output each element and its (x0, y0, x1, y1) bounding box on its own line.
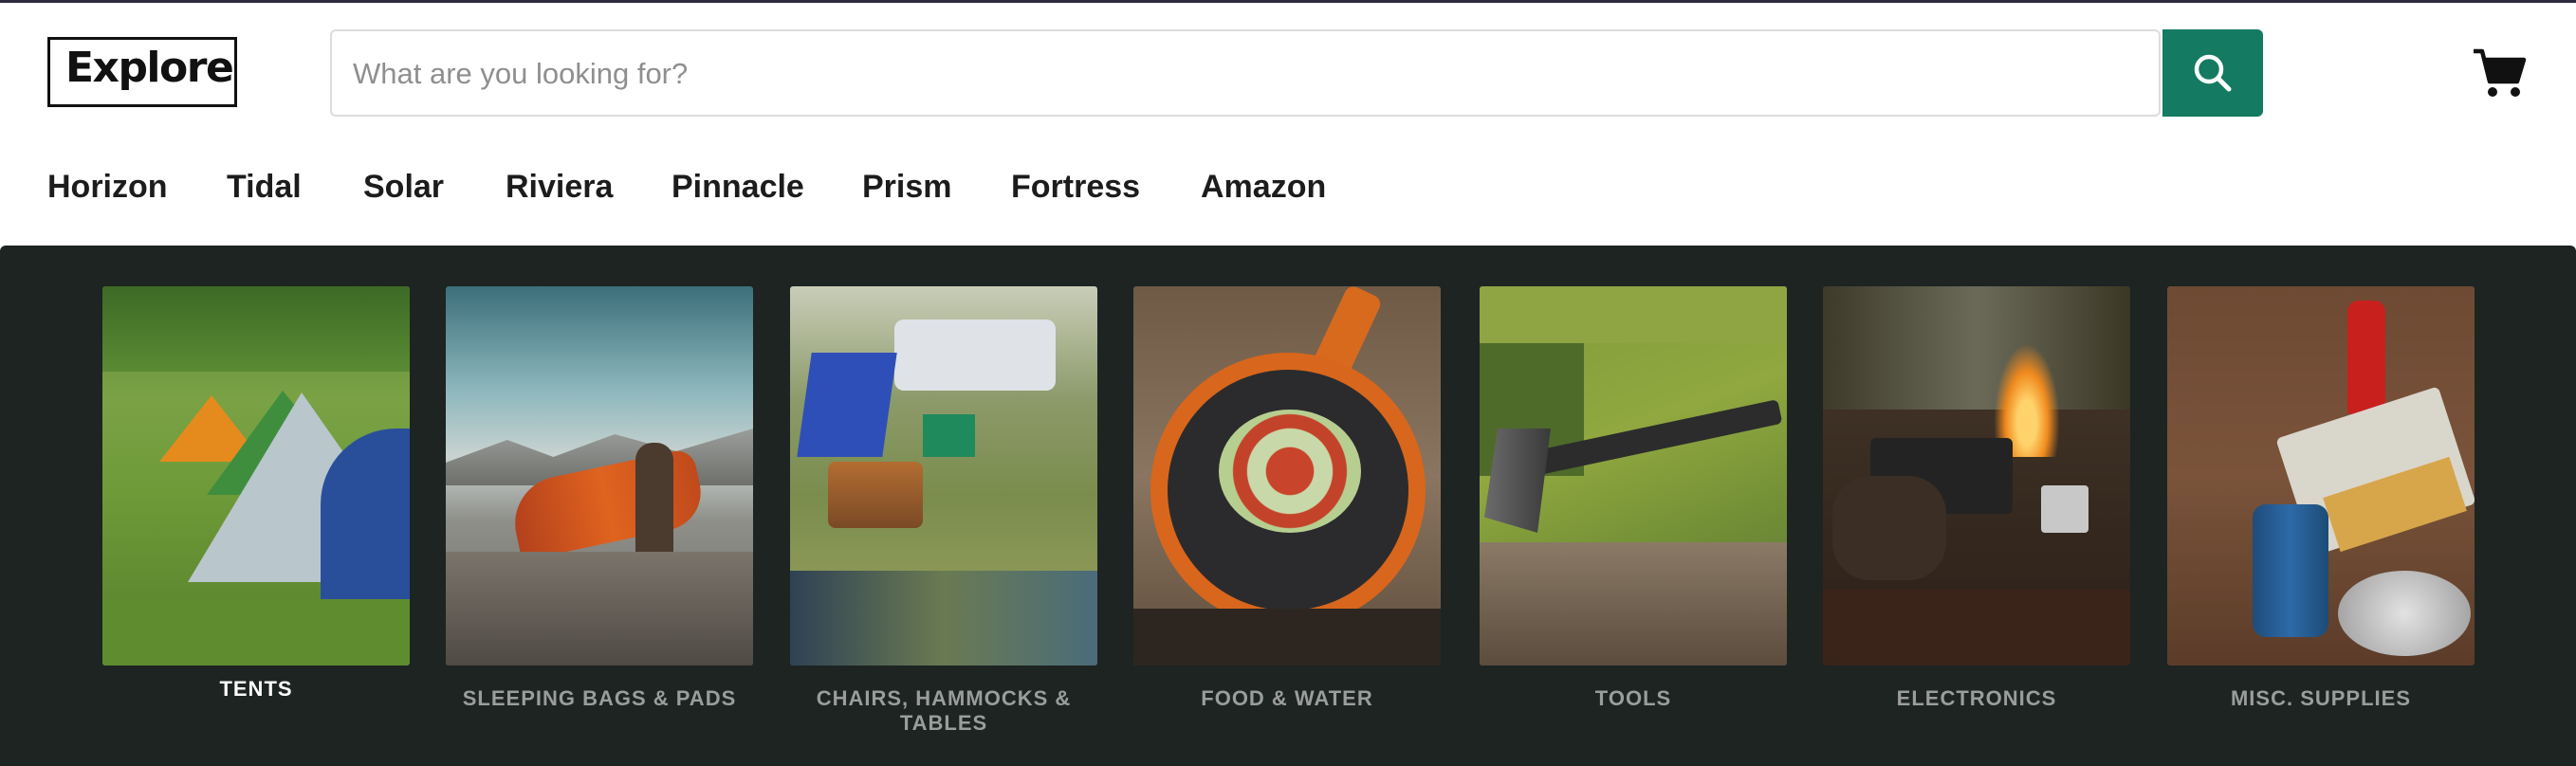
category-image-misc-supplies (2167, 286, 2475, 666)
category-image-tents (102, 286, 410, 666)
category-label: TOOLS (1594, 686, 1672, 710)
category-card-tents[interactable]: TENTS (102, 286, 410, 702)
category-label: SLEEPING BAGS & PADS (462, 686, 737, 710)
category-image-food-water (1133, 286, 1441, 666)
category-card-chairs[interactable]: CHAIRS, HAMMOCKS & TABLES (790, 286, 1097, 736)
category-label: FOOD & WATER (1201, 686, 1373, 710)
category-label: ELECTRONICS (1896, 686, 2057, 710)
category-label: MISC. SUPPLIES (2230, 686, 2412, 710)
category-label: CHAIRS, HAMMOCKS & TABLES (816, 686, 1072, 735)
cart-button[interactable] (2472, 46, 2527, 100)
nav-item-fortress[interactable]: Fortress (1011, 169, 1140, 206)
nav-item-amazon[interactable]: Amazon (1201, 169, 1326, 206)
nav-item-riviera[interactable]: Riviera (506, 169, 613, 206)
site-logo[interactable]: Explore (47, 37, 237, 107)
category-card-electronics[interactable]: ELECTRONICS (1823, 286, 2130, 711)
nav-item-solar[interactable]: Solar (363, 169, 444, 206)
nav-item-horizon[interactable]: Horizon (47, 169, 168, 206)
nav-item-tidal[interactable]: Tidal (227, 169, 302, 206)
category-image-sleeping-bags (446, 286, 753, 666)
category-card-food-water[interactable]: FOOD & WATER (1133, 286, 1441, 711)
category-image-electronics (1823, 286, 2130, 666)
category-image-chairs (790, 286, 1097, 666)
search-icon (2194, 54, 2232, 92)
nav-item-pinnacle[interactable]: Pinnacle (672, 169, 804, 206)
category-card-sleeping-bags[interactable]: SLEEPING BAGS & PADS (446, 286, 753, 711)
nav-item-prism[interactable]: Prism (862, 169, 952, 206)
top-border (0, 0, 2576, 3)
search-input[interactable] (351, 31, 2128, 117)
category-card-tools[interactable]: TOOLS (1480, 286, 1787, 711)
category-label: TENTS (219, 677, 293, 701)
logo-text: Explore (65, 44, 234, 92)
search-button[interactable] (2162, 29, 2263, 117)
search-box (330, 29, 2161, 117)
cart-icon (2474, 48, 2527, 97)
category-image-tools (1480, 286, 1787, 666)
category-card-misc-supplies[interactable]: MISC. SUPPLIES (2167, 286, 2475, 711)
